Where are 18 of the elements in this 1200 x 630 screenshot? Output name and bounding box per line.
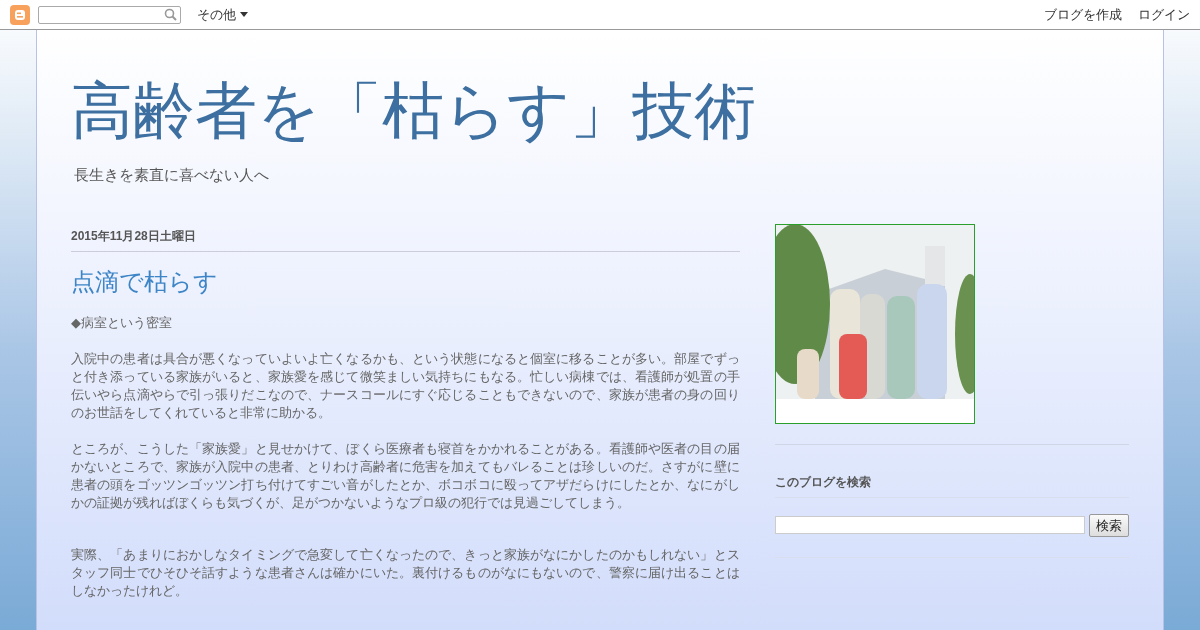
search-button[interactable]: 検索: [1088, 513, 1129, 537]
post-title[interactable]: 点滴で枯らす: [71, 267, 740, 297]
more-menu[interactable]: その他: [197, 4, 236, 25]
blog-description: 長生きを素直に喜べない人へ: [74, 165, 270, 185]
search-icon[interactable]: [164, 8, 177, 21]
navbar-link[interactable]: ブログを作成: [1044, 4, 1122, 25]
blog-title[interactable]: 高齢者を「枯らす」技術: [71, 80, 1129, 142]
caret-icon: [240, 12, 248, 17]
widget-heading: このブログを検索: [774, 443, 1129, 498]
date-header: 2015年11月28日土曜日: [71, 226, 740, 252]
navbar-link[interactable]: ログイン: [1138, 4, 1190, 25]
post-paragraph: ところが、こうした「家族愛」と見せかけて、ぼくら医療者も寝首をかかれることがある。看護師や医者の目の届かないところで、家族が入院中の患者、とりわけ高齢者に危害を加えてもバレることは珍しいのだ。さすがに壁に患者の頭をゴッツンゴッツン打ち付けてすごい音がしたとか、ボコボコに殴ってアザだらけにしたとか、なにがしかの証拠が残ればぼくらも気づくが、足がつかないようなプロ級の犯行では見過ごしてしまう。: [71, 440, 740, 513]
search-field[interactable]: [38, 5, 181, 24]
post-paragraph: 実際、「あまりにおかしなタイミングで急変して亡くなったので、きっと家族がなにかしたのかもしれない」とスタッフ同士でひそひそ話すような患者さんは確かにいた。裏付けるものがなにもないので、警察に届け出ることはしなかったけれど。: [71, 546, 740, 601]
post-paragraph: 入院中の患者は具合が悪くなっていよいよ亡くなるかも、という状態になると個室に移ることが多い。部屋でずっと付き添っている家族がいると、家族愛を感じて微笑ましい気持ちにもなる。忙しい病棟では、看護師が処置の手伝いやら点滴やらで引っ張りだこなので、ナースコールにすぐ応じることもできないので、家族が患者の身の回りのお世話をしてくれていると非常に助かる。: [71, 350, 740, 423]
blogger-logo-icon[interactable]: [10, 4, 30, 25]
search-input[interactable]: [774, 516, 1085, 535]
post-paragraph: ◆病室という密室: [71, 314, 173, 333]
